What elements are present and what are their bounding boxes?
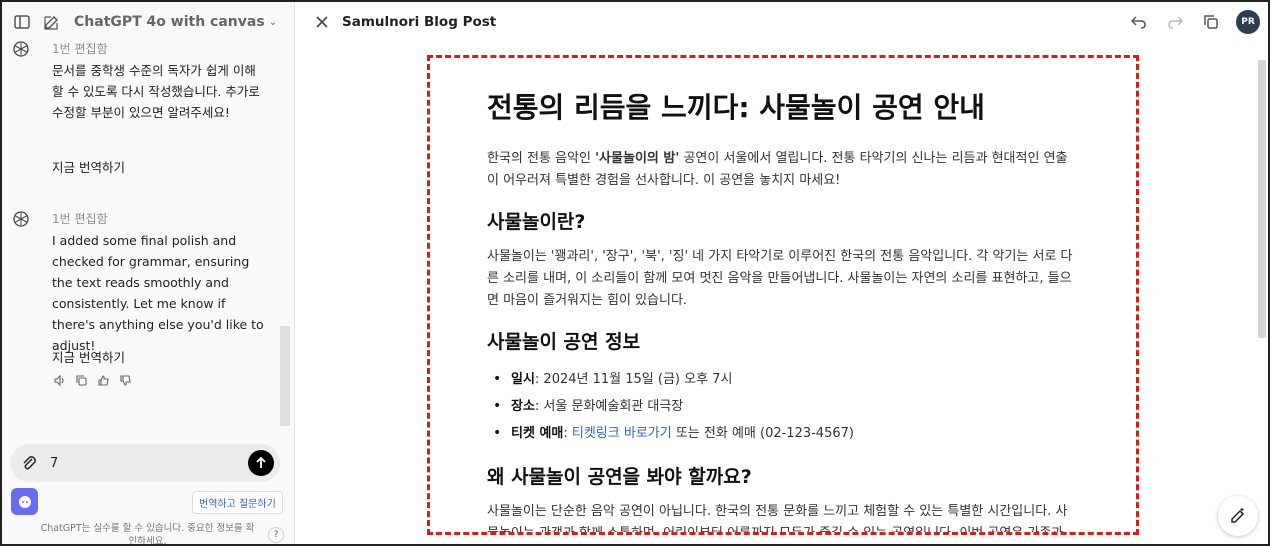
intro-bold-text: '사물놀이의 밤' <box>595 151 680 166</box>
translate-now-link[interactable]: 지금 번역하기 <box>52 347 125 366</box>
sidebar-toggle-icon[interactable] <box>10 10 34 34</box>
document-body[interactable]: 전통의 리듬을 느끼다: 사물놀이 공연 안내 한국의 전통 음악인 '사물놀이… <box>487 88 1077 535</box>
info-date-label: 일시 <box>511 372 535 387</box>
pencil-sparkle-icon <box>1231 508 1245 523</box>
canvas-panel: Samulnori Blog Post PR 전통의 리듬을 느끼다: 사물놀이… <box>296 2 1268 544</box>
document-highlight-frame: 전통의 리듬을 느끼다: 사물놀이 공연 안내 한국의 전통 음악인 '사물놀이… <box>427 55 1139 535</box>
message-composer <box>10 444 280 482</box>
message-actions <box>52 373 132 387</box>
chat-panel: ChatGPT 4o with canvas ⌄ 1번 편집함 문서를 중학생 … <box>2 2 295 544</box>
user-avatar[interactable]: PR <box>1236 10 1260 34</box>
section-heading-why: 왜 사물놀이 공연을 봐야 할까요? <box>487 466 752 488</box>
canvas-header: Samulnori Blog Post PR <box>296 2 1268 42</box>
canvas-toolbar: PR <box>1128 10 1260 34</box>
openai-logo-icon <box>12 40 30 58</box>
model-title-label: ChatGPT 4o with canvas <box>74 14 265 30</box>
help-button[interactable]: ? <box>268 527 284 543</box>
read-aloud-icon[interactable] <box>52 373 66 387</box>
chat-scrollbar[interactable] <box>280 326 290 426</box>
undo-icon[interactable] <box>1128 11 1150 33</box>
info-list: 일시: 2024년 11월 15일 (금) 오후 7시 장소: 서울 문화예술회… <box>487 366 1077 447</box>
message-input[interactable] <box>50 455 230 471</box>
close-icon[interactable] <box>312 12 332 32</box>
info-item-date: 일시: 2024년 11월 15일 (금) 오후 7시 <box>487 366 1077 393</box>
edit-suggestions-button[interactable] <box>1218 496 1258 536</box>
info-place-value: : 서울 문화예술회관 대극장 <box>534 399 684 414</box>
section-heading-info: 사물놀이 공연 정보 <box>487 331 641 353</box>
info-item-ticket: 티켓 예매: 티켓링크 바로가기 또는 전화 예매 (02-123-4567) <box>487 420 1077 447</box>
model-selector[interactable]: ChatGPT 4o with canvas ⌄ <box>74 14 277 30</box>
redo-icon[interactable] <box>1164 11 1186 33</box>
document-heading: 전통의 리듬을 느끼다: 사물놀이 공연 안내 <box>487 91 985 124</box>
edit-count-label[interactable]: 1번 편집함 <box>52 40 108 57</box>
edit-count-label[interactable]: 1번 편집함 <box>52 210 108 227</box>
translate-now-link[interactable]: 지금 번역하기 <box>52 157 125 176</box>
app-window: ChatGPT 4o with canvas ⌄ 1번 편집함 문서를 중학생 … <box>0 0 1270 546</box>
why-paragraph: 사물놀이는 단순한 음악 공연이 아닙니다. 한국의 전통 문화를 느끼고 체험… <box>487 504 1068 535</box>
copy-document-icon[interactable] <box>1200 11 1222 33</box>
info-ticket-label: 티켓 예매 <box>511 426 564 441</box>
openai-logo-icon <box>12 210 30 228</box>
disclaimer-text: ChatGPT는 실수를 할 수 있습니다. 중요한 정보를 확인하세요. <box>40 523 255 544</box>
chevron-down-icon: ⌄ <box>268 16 278 28</box>
attach-icon[interactable] <box>20 454 38 472</box>
ticket-link[interactable]: 티켓링크 바로가기 <box>572 426 672 441</box>
translate-and-ask-button[interactable]: 번역하고 질문하기 <box>192 491 283 514</box>
canvas-scrollbar[interactable] <box>1258 60 1266 338</box>
info-ticket-sep: : <box>563 426 572 441</box>
intro-paragraph: 한국의 전통 음악인 '사물놀이의 밤' 공연이 서울에서 열립니다. 전통 타… <box>487 148 1077 192</box>
chat-header: ChatGPT 4o with canvas ⌄ <box>2 2 294 42</box>
what-paragraph: 사물놀이는 '꽹과리', '장구', '북', '징' 네 가지 타악기로 이루… <box>487 249 1073 308</box>
info-date-value: : 2024년 11월 15일 (금) 오후 7시 <box>534 372 733 387</box>
intro-text: 한국의 전통 음악인 <box>487 151 596 166</box>
message-text: 문서를 중학생 수준의 독자가 쉽게 이해할 수 있도록 다시 작성했습니다. … <box>52 63 260 120</box>
section-heading-what: 사물놀이란? <box>487 211 586 233</box>
info-ticket-rest: 또는 전화 예매 (02-123-4567) <box>671 426 854 441</box>
copy-icon[interactable] <box>74 373 88 387</box>
message-text: I added some final polish and checked fo… <box>52 233 264 353</box>
arrow-up-icon <box>256 456 266 468</box>
document-title: Samulnori Blog Post <box>342 14 497 30</box>
thumbs-up-icon[interactable] <box>96 373 110 387</box>
translate-bot-icon[interactable] <box>11 488 38 515</box>
info-item-place: 장소: 서울 문화예술회관 대극장 <box>487 393 1077 420</box>
new-chat-icon[interactable] <box>40 10 64 34</box>
info-place-label: 장소 <box>511 399 535 414</box>
thumbs-down-icon[interactable] <box>118 373 132 387</box>
send-button[interactable] <box>248 450 274 476</box>
